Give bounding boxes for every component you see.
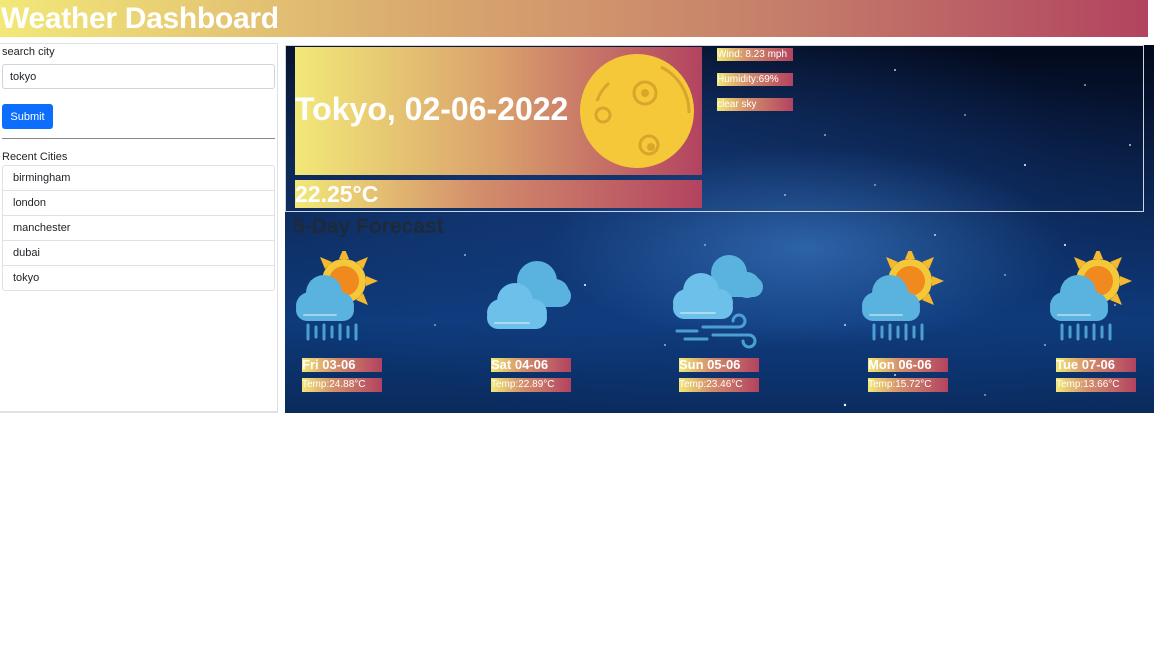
- sidebar: search city Submit Recent Cities birming…: [0, 43, 278, 413]
- sun-cloud-rain-icon: [296, 251, 378, 341]
- weather-panel: Tokyo, 02-06-2022 22.25°C Wind: 8.23 mph…: [285, 45, 1154, 413]
- weather-description: clear sky: [717, 98, 793, 111]
- full-moon-icon: [580, 54, 694, 168]
- sun-cloud-rain-icon: [1050, 251, 1132, 341]
- forecast-title: 5-Day Forecast: [293, 215, 444, 238]
- recent-cities-label: Recent Cities: [2, 151, 68, 163]
- forecast-date: Sun 05-06: [679, 358, 759, 372]
- forecast-temp: Temp:23.46°C: [679, 378, 759, 392]
- recent-city-item[interactable]: birmingham: [3, 166, 274, 191]
- humidity: Humidity:69%: [717, 73, 793, 86]
- forecast-date: Sat 04-06: [491, 358, 571, 372]
- current-city-title: Tokyo, 02-06-2022: [295, 91, 569, 127]
- forecast-date: Tue 07-06: [1056, 358, 1136, 372]
- wind-speed: Wind: 8.23 mph: [717, 48, 793, 61]
- recent-city-item[interactable]: manchester: [3, 216, 274, 241]
- sun-cloud-rain-icon: [862, 251, 944, 341]
- recent-cities-list: birmingham london manchester dubai tokyo: [2, 165, 275, 291]
- current-weather-card: Tokyo, 02-06-2022 22.25°C Wind: 8.23 mph…: [285, 45, 1144, 212]
- forecast-temp: Temp:24.88°C: [302, 378, 382, 392]
- current-temperature: 22.25°C: [295, 181, 379, 207]
- forecast-card: Sat 04-06 Temp:22.89°C: [475, 251, 575, 401]
- cloudy-wind-icon: [673, 255, 763, 349]
- recent-city-item[interactable]: dubai: [3, 241, 274, 266]
- forecast-temp: Temp:15.72°C: [868, 378, 948, 392]
- forecast-date: Mon 06-06: [868, 358, 948, 372]
- city-banner: Tokyo, 02-06-2022: [295, 47, 702, 175]
- forecast-card: Mon 06-06 Temp:15.72°C: [852, 251, 952, 401]
- recent-city-item[interactable]: tokyo: [3, 266, 274, 290]
- submit-button[interactable]: Submit: [2, 104, 53, 129]
- search-label: search city: [2, 46, 55, 58]
- recent-city-item[interactable]: london: [3, 191, 274, 216]
- forecast-temp: Temp:22.89°C: [491, 378, 571, 392]
- page-title: Weather Dashboard: [1, 2, 279, 35]
- forecast-date: Fri 03-06: [302, 358, 382, 372]
- forecast-card: Tue 07-06 Temp:13.66°C: [1040, 251, 1140, 401]
- search-input[interactable]: [2, 64, 275, 89]
- app-header: Weather Dashboard: [0, 0, 1148, 37]
- current-temp-banner: 22.25°C: [295, 180, 702, 208]
- forecast-temp: Temp:13.66°C: [1056, 378, 1136, 392]
- forecast-card: Fri 03-06 Temp:24.88°C: [286, 251, 386, 401]
- cloudy-icon: [487, 261, 571, 329]
- divider: [2, 138, 275, 139]
- forecast-card: Sun 05-06 Temp:23.46°C: [663, 251, 763, 401]
